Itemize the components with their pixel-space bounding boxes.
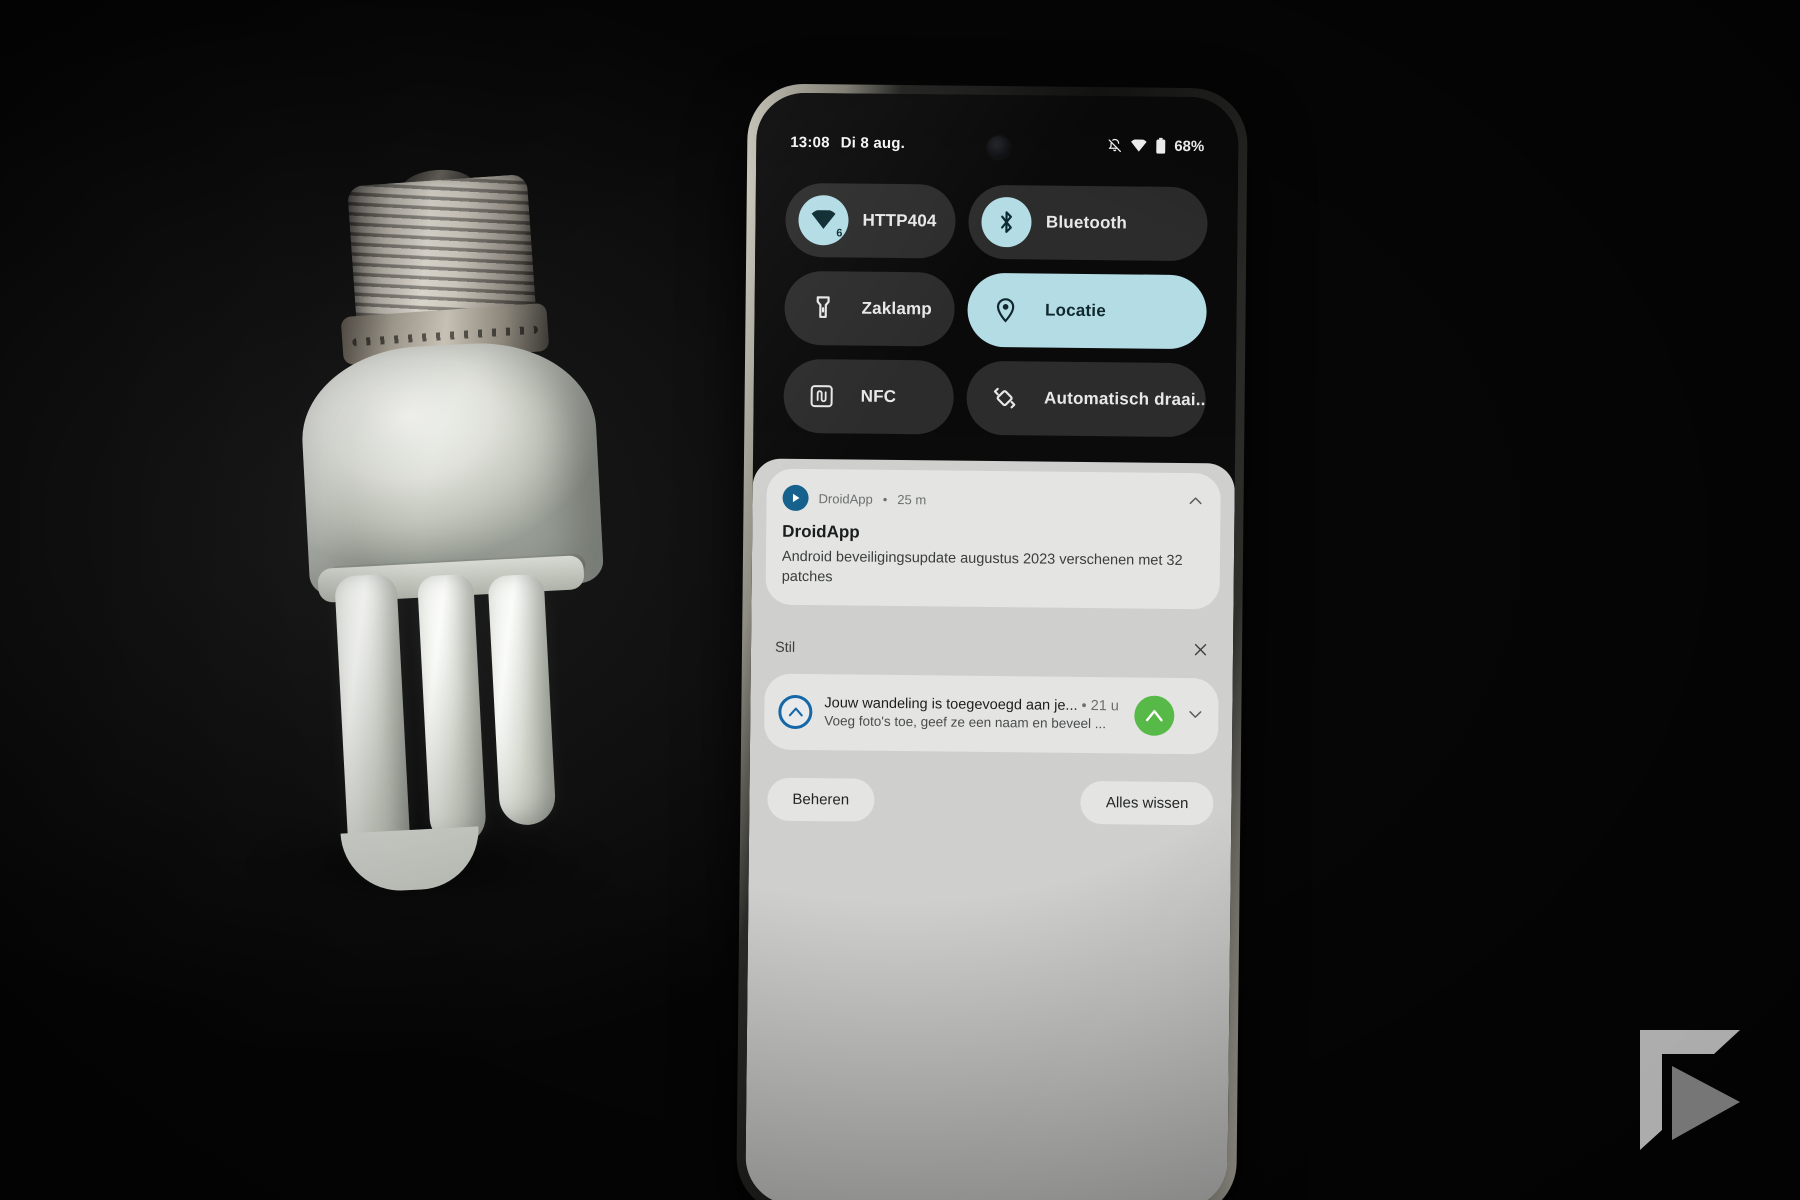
silent-section-label: Stil	[774, 639, 796, 656]
notification-header: DroidApp • 25 m	[782, 484, 1204, 515]
clear-all-button[interactable]: Alles wissen	[1080, 780, 1214, 826]
location-pin-icon	[981, 285, 1032, 336]
battery-icon	[1155, 137, 1166, 154]
qs-tile-label-nfc: NFC	[860, 386, 897, 406]
cfl-lightbulb	[290, 167, 610, 894]
silent-section-header: Stil	[765, 615, 1220, 679]
komoot-age: • 21 u	[1081, 697, 1119, 715]
shade-action-row: Beheren Alles wissen	[763, 760, 1218, 826]
wifi-icon	[1130, 138, 1147, 152]
qs-tile-label-flashlight: Zaklamp	[861, 298, 933, 319]
wifi-icon: 6	[798, 194, 849, 246]
manage-button[interactable]: Beheren	[767, 777, 875, 822]
photo-scene: 13:08 Di 8 aug. 68% 6 HTTP404 Bluetooth …	[0, 0, 1800, 1200]
auto-rotate-icon	[980, 373, 1031, 424]
nfc-icon	[796, 371, 847, 422]
notification-droidapp[interactable]: DroidApp • 25 m DroidApp Android beveili…	[765, 468, 1221, 610]
qs-tile-location[interactable]: Locatie	[967, 272, 1207, 350]
bulb-tube-middle	[416, 573, 488, 847]
bulb-tube-right	[487, 573, 557, 827]
notification-komoot-title: Jouw wandeling is toegevoegd aan je... •…	[824, 695, 1119, 714]
chevron-up-icon[interactable]	[1186, 492, 1204, 513]
qs-tile-label-location: Locatie	[1044, 300, 1107, 321]
komoot-title-text: Jouw wandeling is toegevoegd aan je...	[824, 695, 1078, 714]
chevron-down-icon[interactable]	[1186, 705, 1204, 728]
notification-komoot-texts: Jouw wandeling is toegevoegd aan je... •…	[824, 694, 1122, 733]
phone-screen: 13:08 Di 8 aug. 68% 6 HTTP404 Bluetooth …	[745, 92, 1239, 1200]
qs-tile-flashlight[interactable]: Zaklamp	[784, 270, 956, 347]
status-date: Di 8 aug.	[840, 133, 906, 152]
notification-body: Android beveiligingsupdate augustus 2023…	[781, 548, 1183, 586]
status-bar-right: 68%	[1107, 137, 1204, 155]
qs-tile-label-auto-rotate: Automatisch draai..	[1043, 388, 1206, 410]
droidapp-play-icon	[782, 484, 809, 512]
avatar-mountain-icon	[1134, 695, 1175, 736]
notification-title: DroidApp	[782, 521, 860, 542]
wifi-generation-badge: 6	[836, 227, 843, 240]
qs-tile-auto-rotate[interactable]: Automatisch draai..	[966, 360, 1207, 438]
front-camera-punchhole	[987, 135, 1011, 160]
status-time: 13:08	[790, 133, 830, 151]
notification-separator: •	[882, 491, 888, 507]
notifications-off-icon	[1107, 138, 1122, 153]
qs-tile-wifi[interactable]: 6 HTTP404	[785, 182, 957, 259]
notification-app-name: DroidApp	[818, 490, 873, 507]
close-icon[interactable]	[1192, 641, 1209, 662]
qs-tile-label-bluetooth: Bluetooth	[1045, 212, 1128, 233]
quick-settings-grid: 6 HTTP404 Bluetooth Zaklamp Locatie NFC …	[779, 182, 1212, 438]
smartphone: 13:08 Di 8 aug. 68% 6 HTTP404 Bluetooth …	[736, 83, 1248, 1200]
qs-tile-label-wifi: HTTP404	[862, 210, 937, 231]
header-spacer	[936, 499, 1176, 502]
battery-percent: 68%	[1174, 137, 1205, 155]
notification-komoot[interactable]: Jouw wandeling is toegevoegd aan je... •…	[763, 673, 1219, 755]
bluetooth-icon	[981, 196, 1033, 248]
droidapp-logo	[1640, 1030, 1740, 1150]
komoot-icon	[778, 694, 813, 730]
notification-komoot-body: Voeg foto's toe, geef ze een naam en bev…	[824, 713, 1107, 732]
notification-shade: DroidApp • 25 m DroidApp Android beveili…	[745, 458, 1235, 1200]
flashlight-icon	[797, 283, 848, 334]
qs-tile-bluetooth[interactable]: Bluetooth	[968, 184, 1208, 262]
qs-tile-nfc[interactable]: NFC	[783, 358, 955, 435]
status-bar-left: 13:08 Di 8 aug.	[790, 133, 905, 151]
notification-age: 25 m	[897, 491, 927, 507]
